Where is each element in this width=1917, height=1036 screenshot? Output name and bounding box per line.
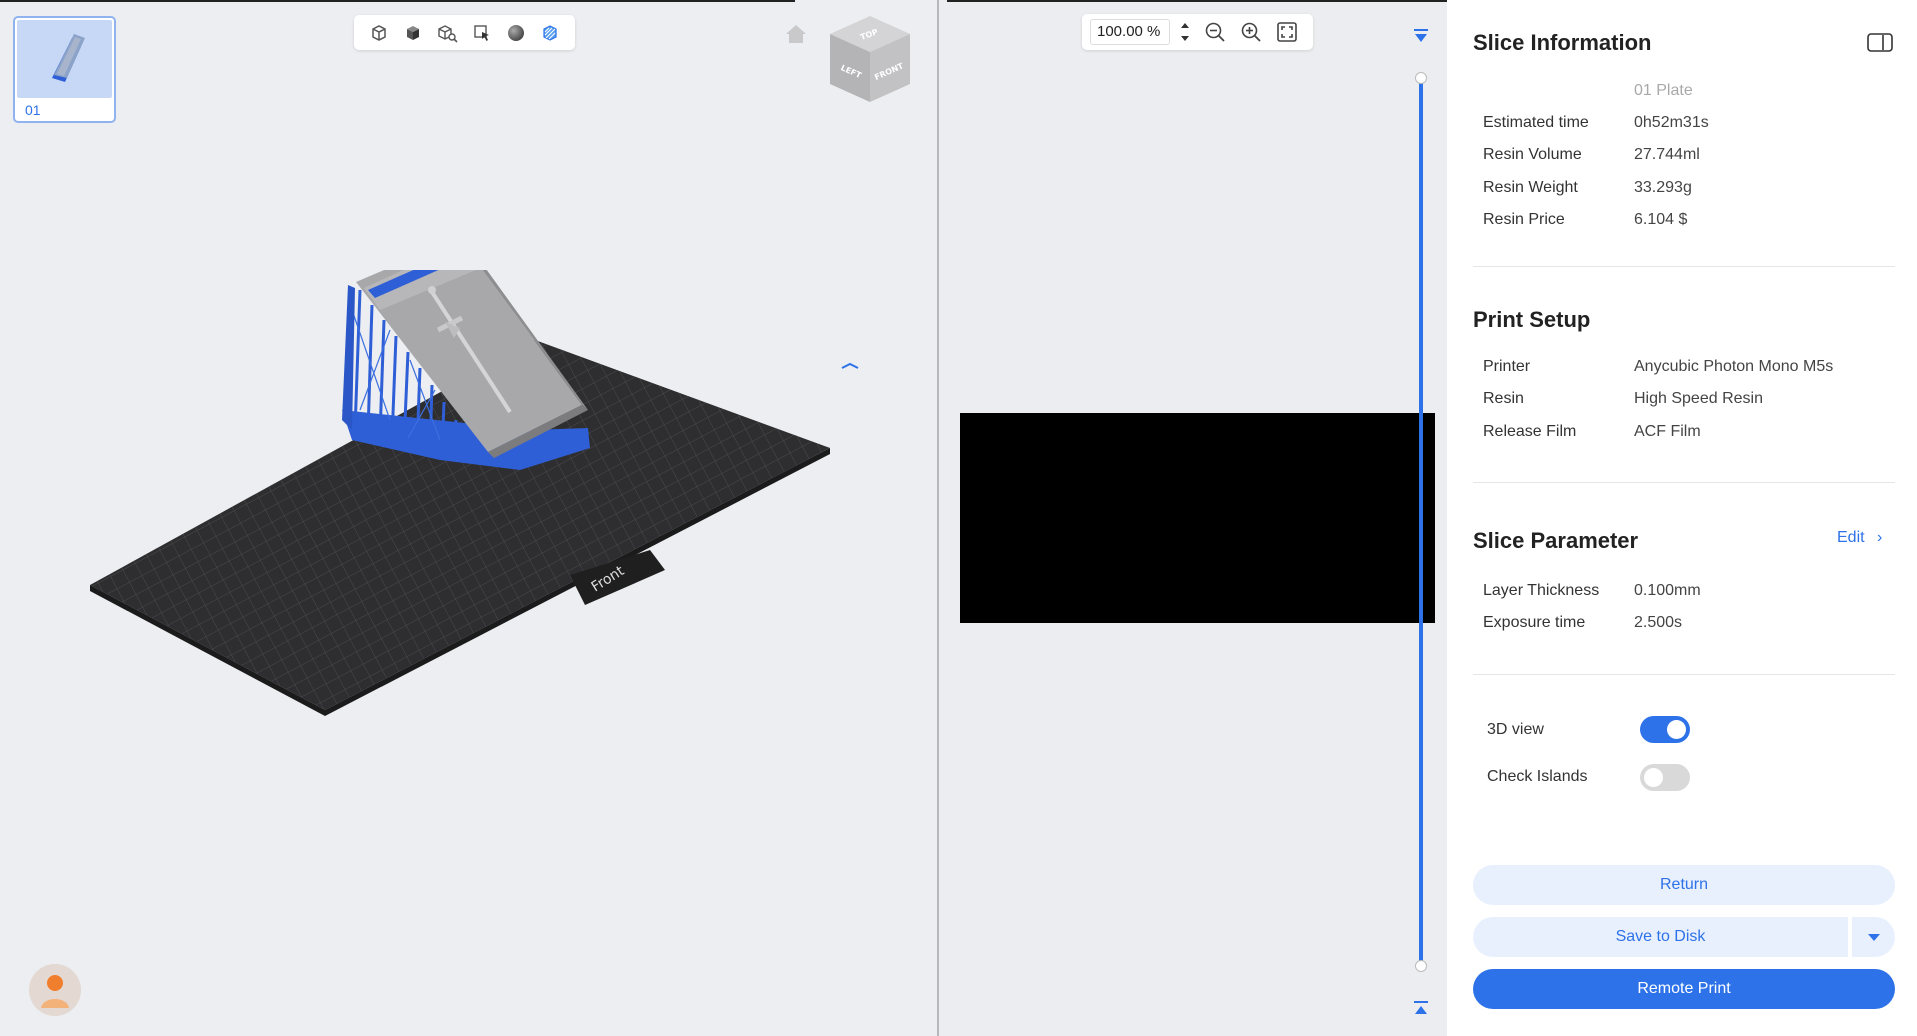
section-divider — [1473, 482, 1895, 483]
slice-info-panel: Slice Information 01 Plate Estimated tim… — [1447, 0, 1917, 1036]
layer-thickness-value: 0.100mm — [1634, 582, 1701, 599]
plate-number: 01 — [25, 102, 41, 118]
printer-value: Anycubic Photon Mono M5s — [1634, 358, 1834, 375]
collapse-panel-icon[interactable] — [1865, 30, 1895, 56]
layer-slider-bottom-handle[interactable] — [1415, 960, 1427, 972]
zoom-out-icon[interactable] — [1200, 17, 1230, 47]
view-toolbar — [354, 15, 575, 50]
striped-box-icon[interactable] — [537, 20, 563, 46]
plate-name: 01 Plate — [1634, 82, 1693, 99]
layer-slider-bottom-icon[interactable] — [1411, 998, 1431, 1018]
zoom-up-icon — [1181, 23, 1189, 28]
3d-view-label: 3D view — [1487, 721, 1544, 738]
home-view-icon[interactable] — [783, 22, 809, 46]
estimated-time-value: 0h52m31s — [1634, 114, 1709, 131]
layer-slider-top-handle[interactable] — [1415, 72, 1427, 84]
resin-value: High Speed Resin — [1634, 390, 1763, 407]
user-avatar[interactable] — [29, 964, 81, 1016]
save-to-disk-button[interactable]: Save to Disk — [1473, 917, 1848, 957]
layer-preview-pane: 100.00 % — [939, 0, 1447, 1036]
3d-view-toggle[interactable] — [1640, 716, 1690, 743]
wireframe-box-icon[interactable] — [366, 20, 392, 46]
release-film-value: ACF Film — [1634, 423, 1701, 440]
layer-slider-top-icon[interactable] — [1411, 26, 1431, 46]
viewport-top-border — [0, 0, 795, 2]
layer-top-border — [947, 0, 1447, 2]
check-islands-toggle[interactable] — [1640, 764, 1690, 791]
remote-print-button[interactable]: Remote Print — [1473, 969, 1895, 1009]
printer-label: Printer — [1483, 358, 1531, 375]
section-divider — [1473, 266, 1895, 267]
sphere-icon[interactable] — [503, 20, 529, 46]
exposure-time-value: 2.500s — [1634, 614, 1683, 631]
app-window: 01 TOP LEFT FRONT Front 100.00 % Slice I… — [0, 0, 1917, 1036]
chevron-right-icon[interactable]: › — [1877, 529, 1882, 547]
zoom-toolbar: 100.00 % — [1082, 14, 1313, 50]
layer-image — [960, 413, 1435, 623]
zoom-in-icon[interactable] — [1236, 17, 1266, 47]
resin-weight-value: 33.293g — [1634, 179, 1692, 196]
build-plate-scene[interactable]: Front — [90, 238, 860, 720]
resin-volume-value: 27.744ml — [1634, 146, 1700, 163]
slice-parameter-title: Slice Parameter — [1473, 528, 1639, 553]
layer-thickness-label: Layer Thickness — [1483, 582, 1600, 599]
zoom-input[interactable]: 100.00 % — [1090, 19, 1170, 45]
edit-parameters-link[interactable]: Edit — [1837, 529, 1865, 547]
check-islands-label: Check Islands — [1487, 768, 1588, 785]
resin-label: Resin — [1483, 390, 1524, 407]
resin-weight-label: Resin Weight — [1483, 179, 1578, 196]
save-options-dropdown[interactable] — [1852, 917, 1895, 957]
view-cube[interactable]: TOP LEFT FRONT — [826, 12, 914, 106]
print-setup-title: Print Setup — [1473, 307, 1591, 332]
section-divider — [1473, 674, 1895, 675]
viewport-3d[interactable]: 01 TOP LEFT FRONT Front — [0, 0, 937, 1036]
resin-price-label: Resin Price — [1483, 211, 1565, 228]
select-cursor-icon[interactable] — [469, 20, 495, 46]
caret-down-icon — [1867, 934, 1880, 941]
plate-thumbnail-image — [17, 20, 112, 98]
exposure-time-label: Exposure time — [1483, 614, 1586, 631]
release-film-label: Release Film — [1483, 423, 1577, 440]
slice-information-title: Slice Information — [1473, 30, 1652, 55]
solid-box-icon[interactable] — [400, 20, 426, 46]
zoom-spinner[interactable] — [1176, 19, 1194, 45]
estimated-time-label: Estimated time — [1483, 114, 1589, 131]
zoom-down-icon — [1181, 36, 1189, 41]
box-search-icon[interactable] — [434, 20, 460, 46]
fit-to-screen-icon[interactable] — [1272, 17, 1302, 47]
resin-volume-label: Resin Volume — [1483, 146, 1582, 163]
return-button[interactable]: Return — [1473, 865, 1895, 905]
layer-slider-track[interactable] — [1419, 78, 1423, 966]
resin-price-value: 6.104 $ — [1634, 211, 1688, 228]
plate-thumbnail[interactable]: 01 — [13, 16, 116, 123]
